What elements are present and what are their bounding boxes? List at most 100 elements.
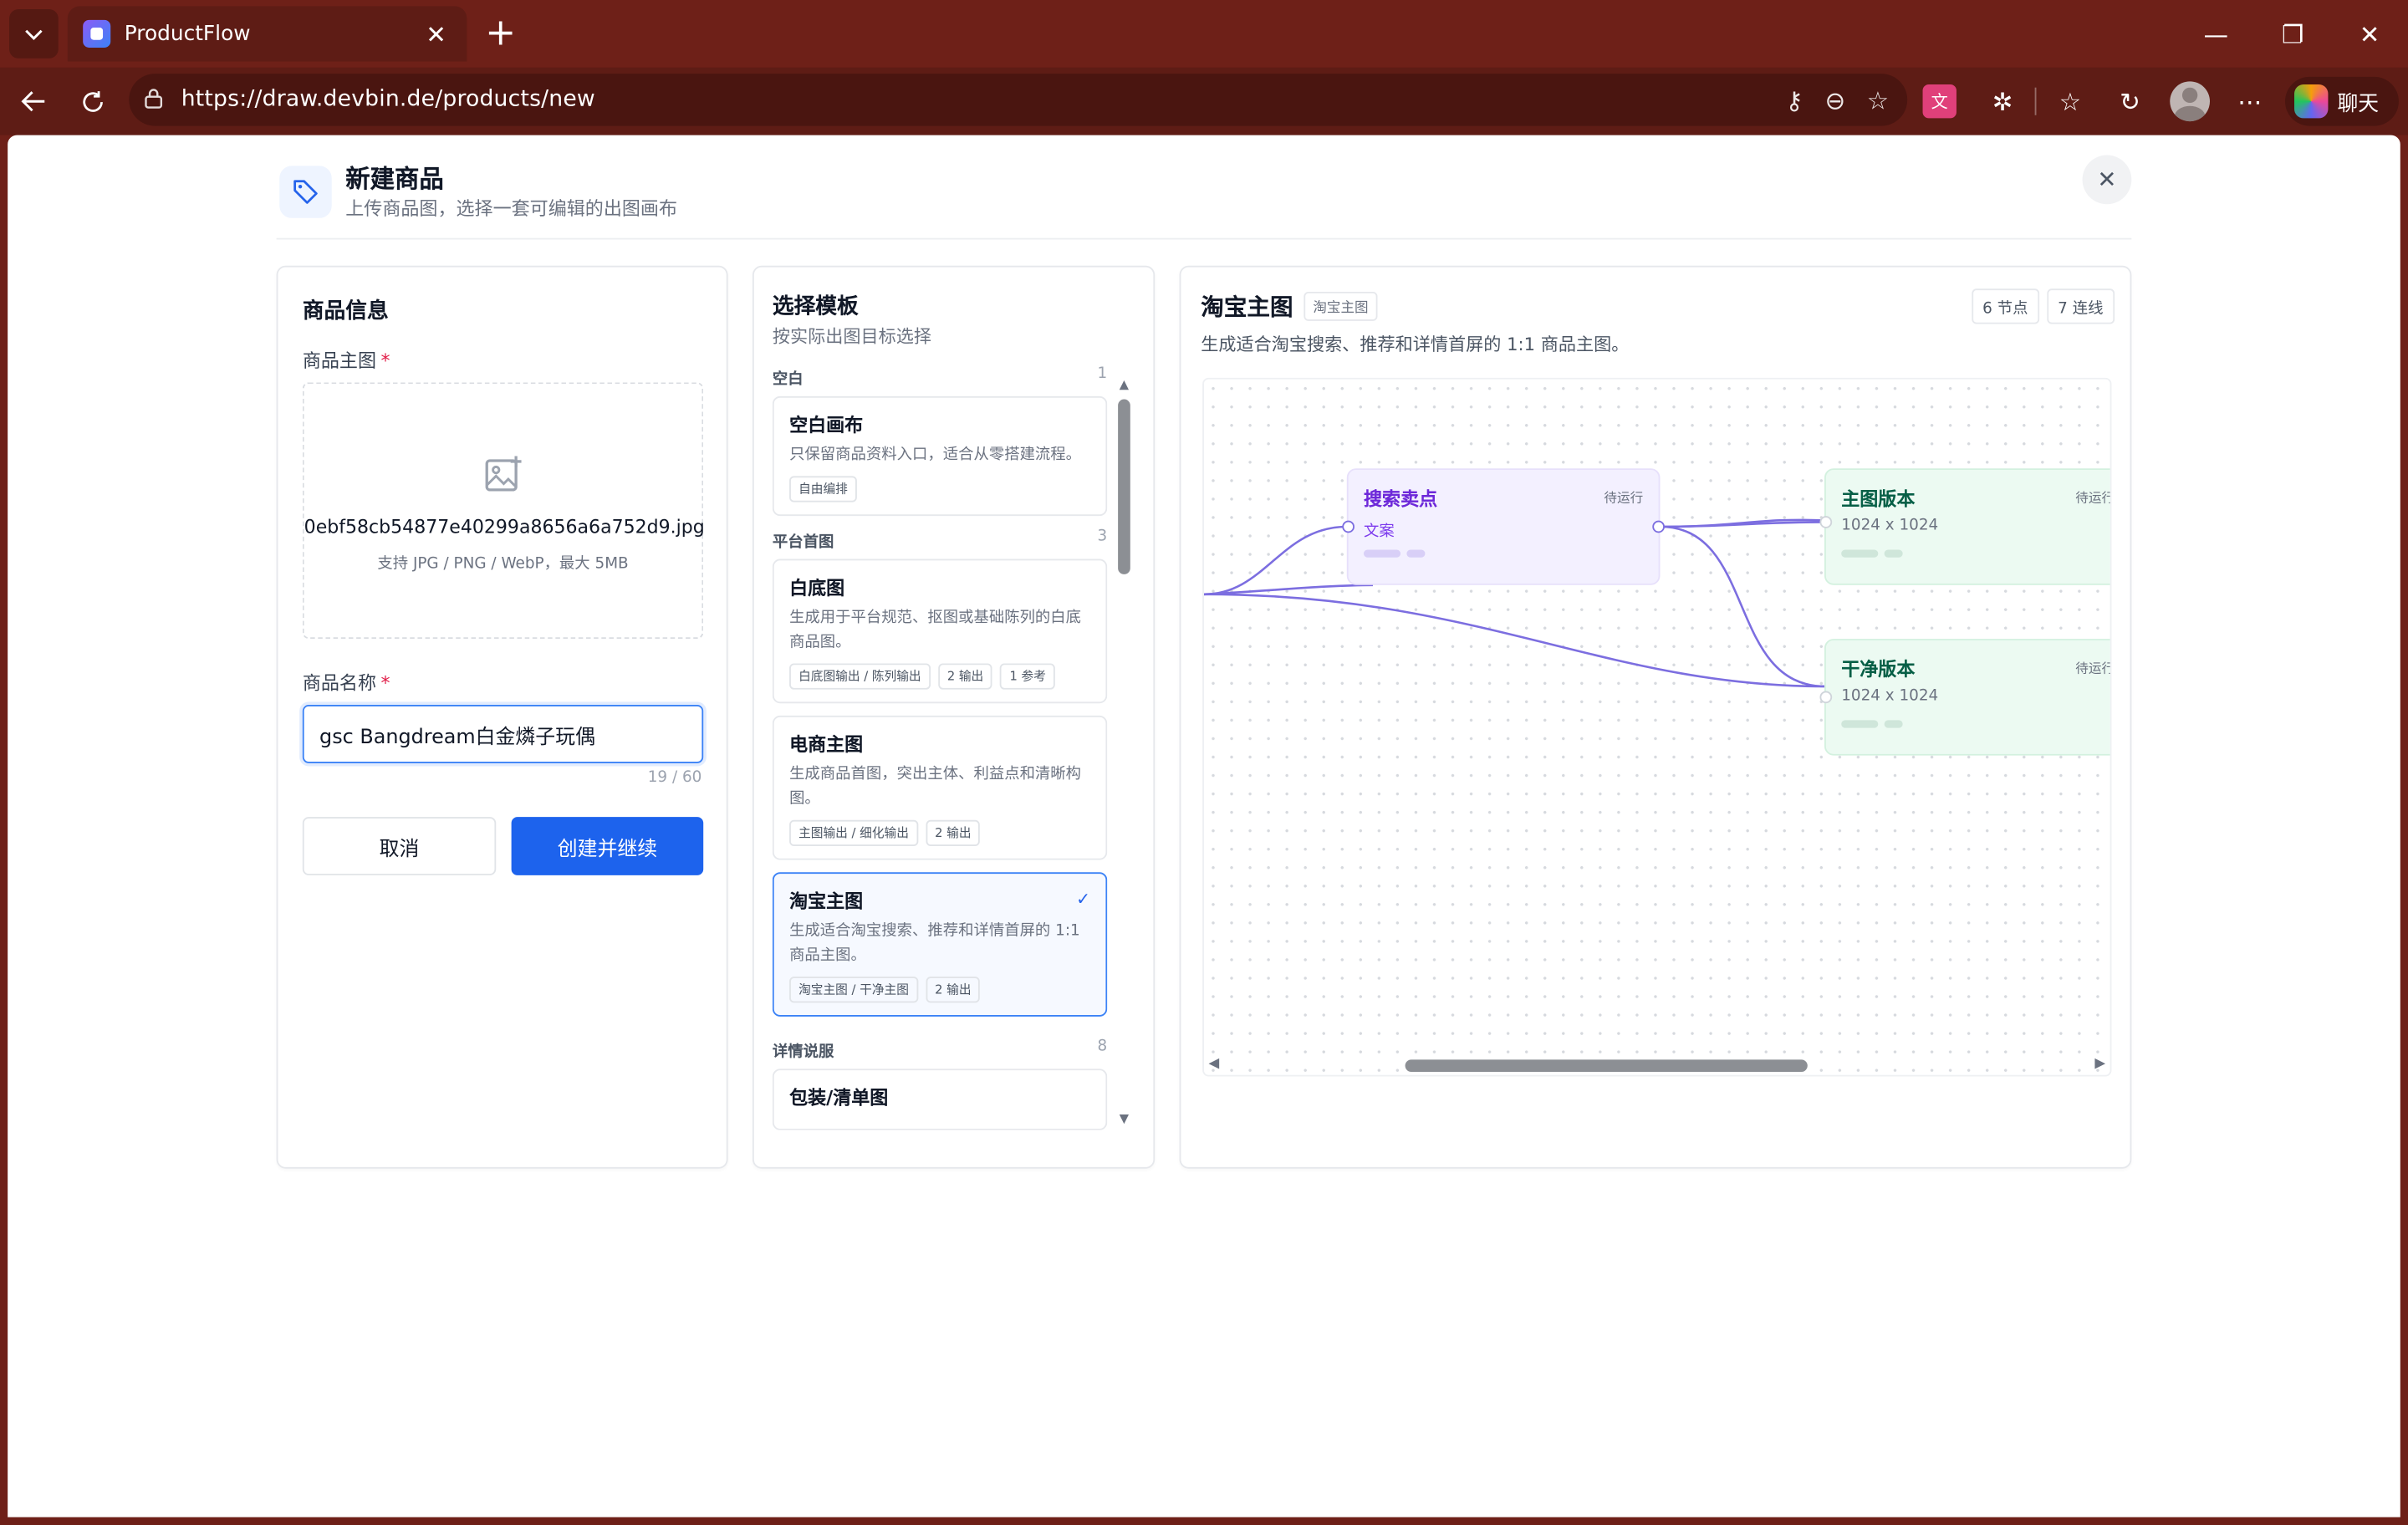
node-placeholder-bars	[1363, 549, 1426, 558]
history-icon[interactable]: ↻	[2111, 83, 2148, 120]
template-picker-subtitle: 按实际出图目标选择	[772, 325, 931, 348]
browser-toolbar: https://draw.devbin.de/products/new ⚷ ⊖ …	[0, 67, 2408, 135]
template-group-header: 空白 1	[773, 365, 1107, 390]
restore-button[interactable]: ❐	[2254, 0, 2331, 68]
template-tag: 2 输出	[926, 819, 981, 847]
tab-actions-menu-button[interactable]	[9, 9, 59, 59]
flow-node-main-version[interactable]: 主图版本 1024 x 1024 待运行	[1824, 468, 2112, 585]
template-tag: 主图输出 / 细化输出	[789, 819, 918, 847]
translate-extension-icon[interactable]: 文	[1922, 84, 1956, 119]
page-title: 新建商品	[345, 164, 444, 194]
more-menu-icon[interactable]: ⋯	[2232, 83, 2268, 120]
app-favicon-icon	[83, 19, 111, 48]
template-picker-card: 选择模板 按实际出图目标选择 空白 1 空白画布 只保留商品资料入口，适合从零搭建…	[752, 265, 1156, 1169]
template-desc: 生成适合淘宝搜索、推荐和详情首屏的 1:1 商品主图。	[789, 922, 1080, 965]
template-name: 电商主图	[789, 733, 864, 756]
node-input-port[interactable]	[1819, 691, 1833, 704]
template-group-header: 详情说服 8	[773, 1038, 1107, 1063]
create-and-continue-button[interactable]: 创建并继续	[511, 817, 704, 875]
preview-title: 淘宝主图	[1201, 293, 1293, 321]
address-bar[interactable]: https://draw.devbin.de/products/new ⚷ ⊖ …	[129, 74, 1908, 126]
template-desc: 只保留商品资料入口，适合从零搭建流程。	[789, 446, 1082, 464]
name-char-counter: 19 / 60	[647, 769, 702, 787]
product-name-label: 商品名称 *	[303, 670, 390, 696]
scroll-right-arrow-icon[interactable]: ▶	[2094, 1057, 2105, 1072]
page-content: 新建商品 上传商品图，选择一套可编辑的出图画布 ✕ 商品信息 商品主图 * 0eb…	[8, 135, 2400, 1517]
node-placeholder-bars	[1841, 720, 1903, 728]
url-text: https://draw.devbin.de/products/new	[181, 87, 595, 113]
preview-description: 生成适合淘宝搜索、推荐和详情首屏的 1:1 商品主图。	[1201, 333, 1630, 355]
cancel-button[interactable]: 取消	[302, 817, 497, 875]
close-dialog-button[interactable]: ✕	[2082, 155, 2132, 205]
template-item-packaging[interactable]: 包装/清单图	[772, 1069, 1108, 1130]
minimize-button[interactable]: —	[2177, 0, 2254, 68]
image-add-icon	[482, 453, 525, 496]
template-item-ecommerce-main[interactable]: 电商主图 生成商品首图，突出主体、利益点和清晰构图。 主图输出 / 细化输出 2…	[772, 715, 1108, 860]
required-mark: *	[380, 349, 390, 372]
extensions-puzzle-icon[interactable]: ✲	[1984, 83, 2021, 120]
node-size: 1024 x 1024	[1841, 687, 1939, 706]
scroll-left-arrow-icon[interactable]: ◀	[1208, 1057, 1219, 1072]
template-picker-title: 选择模板	[772, 294, 859, 320]
template-name: 白底图	[789, 577, 845, 599]
group-count: 8	[1097, 1038, 1108, 1055]
edge-count-badge: 7 连线	[2047, 288, 2115, 324]
group-count: 3	[1097, 528, 1108, 546]
password-key-icon[interactable]: ⚷	[1785, 85, 1803, 115]
scroll-up-arrow-icon[interactable]: ▲	[1116, 378, 1131, 392]
template-tag: 自由编排	[789, 476, 857, 502]
favorite-star-icon[interactable]: ☆	[1867, 85, 1889, 115]
flow-edge	[1203, 525, 1347, 596]
reload-icon	[82, 90, 102, 111]
required-mark: *	[380, 672, 390, 695]
template-tag: 2 输出	[937, 663, 993, 690]
copilot-chat-button[interactable]: 聊天	[2285, 76, 2399, 126]
product-image-label-text: 商品主图	[302, 349, 377, 372]
template-list[interactable]: 空白 1 空白画布 只保留商品资料入口，适合从零搭建流程。 自由编排 平台首图 3 …	[772, 362, 1108, 1130]
browser-tab-active[interactable]: ProductFlow ✕	[67, 6, 467, 62]
scroll-down-arrow-icon[interactable]: ▼	[1116, 1112, 1131, 1126]
reload-button[interactable]	[68, 77, 117, 126]
node-type: 文案	[1363, 523, 1395, 541]
template-tag: 白底图输出 / 陈列输出	[789, 663, 931, 690]
zoom-out-icon[interactable]: ⊖	[1824, 85, 1845, 115]
flow-node-selling-points[interactable]: 搜索卖点 文案 待运行	[1346, 468, 1661, 585]
group-name: 平台首图	[772, 534, 834, 552]
scrollbar-thumb[interactable]	[1118, 399, 1130, 574]
favorites-list-icon[interactable]: ☆	[2052, 83, 2089, 120]
back-button[interactable]	[9, 77, 59, 126]
template-name: 淘宝主图	[789, 890, 864, 912]
template-list-scrollbar[interactable]: ▲ ▼	[1116, 378, 1131, 1130]
tag-icon	[279, 166, 332, 218]
node-placeholder-bars	[1841, 549, 1903, 558]
tab-close-icon[interactable]: ✕	[421, 19, 452, 48]
canvas-horizontal-scrollbar[interactable]: ◀ ▶	[1202, 1057, 2111, 1075]
group-name: 详情说服	[772, 1043, 834, 1062]
close-window-button[interactable]: ✕	[2331, 0, 2408, 68]
new-tab-button[interactable]: +	[479, 13, 522, 55]
product-name-label-text: 商品名称	[302, 672, 377, 695]
check-icon: ✓	[1076, 889, 1091, 910]
node-output-port[interactable]	[1652, 520, 1665, 533]
template-item-taobao-main-selected[interactable]: ✓ 淘宝主图 生成适合淘宝搜索、推荐和详情首屏的 1:1 商品主图。 淘宝主图 …	[772, 872, 1108, 1017]
arrow-left-icon	[21, 91, 45, 112]
scrollbar-thumb[interactable]	[1405, 1059, 1808, 1073]
template-item-white-bg[interactable]: 白底图 生成用于平台规范、抠图或基础陈列的白底商品图。 白底图输出 / 陈列输出…	[772, 558, 1108, 704]
node-input-port[interactable]	[1342, 520, 1354, 533]
copilot-logo-icon	[2294, 84, 2329, 119]
uploaded-file-name: 0ebf58cb54877e40299a8656a6a752d9.jpg	[304, 516, 705, 538]
profile-avatar[interactable]	[2170, 81, 2211, 122]
node-count-badge: 6 节点	[1972, 288, 2039, 324]
template-item-blank-canvas[interactable]: 空白画布 只保留商品资料入口，适合从零搭建流程。 自由编排	[772, 395, 1108, 517]
tab-title: ProductFlow	[124, 21, 251, 47]
page-header: 新建商品 上传商品图，选择一套可编辑的出图画布	[276, 150, 2132, 240]
node-status: 待运行	[2075, 491, 2112, 507]
flow-node-clean-version[interactable]: 干净版本 1024 x 1024 待运行	[1824, 639, 2110, 756]
node-input-port[interactable]	[1819, 516, 1833, 528]
node-status: 待运行	[1604, 491, 1644, 507]
template-desc: 生成用于平台规范、抠图或基础陈列的白底商品图。	[789, 609, 1082, 651]
flow-canvas[interactable]: 搜索卖点 文案 待运行 主图版本 1024 x 1024 待运行 干净版本 10…	[1202, 377, 2112, 1077]
template-tag: 2 输出	[926, 977, 981, 1003]
image-upload-dropzone[interactable]: 0ebf58cb54877e40299a8656a6a752d9.jpg 支持 …	[302, 382, 705, 640]
product-name-input[interactable]: gsc Bangdream白金燐子玩偶	[302, 705, 704, 763]
